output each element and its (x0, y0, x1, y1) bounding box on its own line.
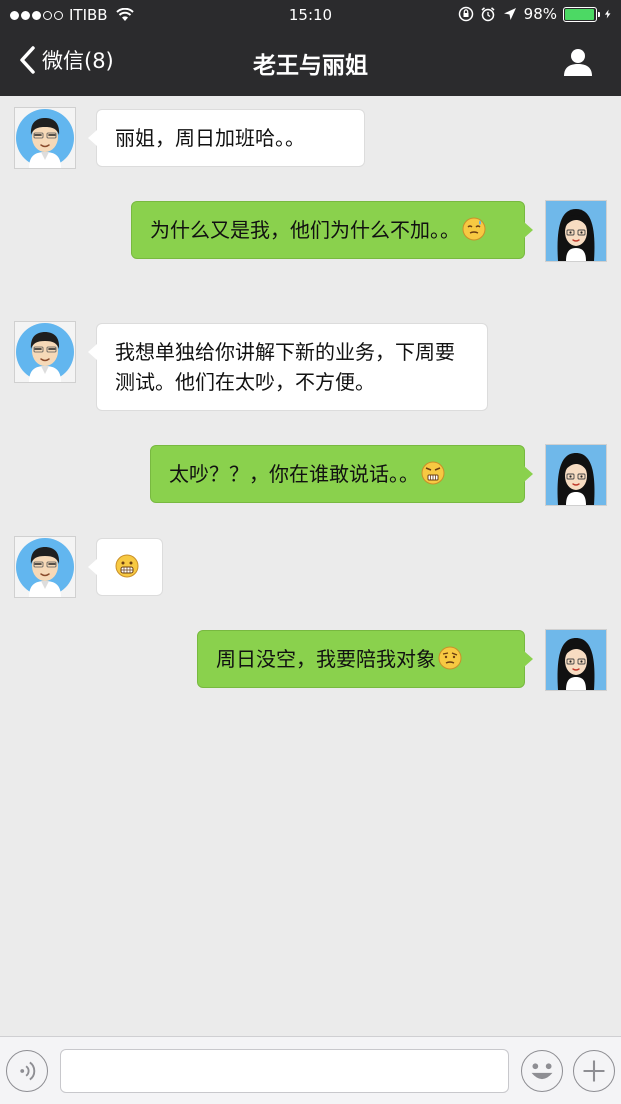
message-input[interactable] (60, 1049, 509, 1093)
battery-icon (563, 6, 600, 22)
voice-icon (20, 1061, 36, 1081)
sweat-emoji-icon (462, 217, 486, 241)
message-text: 太吵？？，你在谁敢说话。。 (169, 462, 419, 486)
input-bar (0, 1036, 621, 1104)
avatar-lijie[interactable] (545, 629, 607, 691)
avatar-lijie[interactable] (545, 200, 607, 262)
message-text: 周日没空，我要陪我对象 (216, 647, 436, 671)
voice-button[interactable] (6, 1050, 48, 1092)
chat-title: 老王与丽姐 (253, 53, 368, 79)
message-bubble[interactable]: 丽姐，周日加班哈。。 (88, 109, 365, 167)
chat-area[interactable]: 丽姐，周日加班哈。。 为什么又是我，他们为什么不加。。 我想单独给你讲解下新的业… (0, 96, 621, 1036)
message-text: 丽姐，周日加班哈。。 (115, 126, 305, 150)
message-bubble[interactable] (88, 538, 163, 596)
avatar-laowang[interactable] (14, 107, 76, 169)
location-icon (503, 8, 516, 20)
message-bubble[interactable]: 周日没空，我要陪我对象 (197, 630, 533, 688)
avatar-laowang[interactable] (14, 321, 76, 383)
battery-percent: 98% (523, 5, 557, 23)
rotation-lock-icon (458, 6, 473, 22)
navigation-bar: 微信(8) 老王与丽姐 (0, 30, 621, 96)
avatar-lijie[interactable] (545, 444, 607, 506)
message-bubble[interactable]: 太吵？？，你在谁敢说话。。 (150, 445, 533, 503)
smiley-icon (531, 1063, 553, 1080)
avatar-laowang[interactable] (14, 536, 76, 598)
message-bubble[interactable]: 为什么又是我，他们为什么不加。。 (131, 201, 533, 259)
skeptical-emoji-icon (438, 646, 462, 670)
charging-bolt-icon (604, 9, 611, 19)
message-text: 我想单独给你讲解下新的业务，下周要测试。他们在太吵，不方便。 (115, 340, 455, 394)
message-text: 为什么又是我，他们为什么不加。。 (150, 218, 460, 242)
message-bubble[interactable]: 我想单独给你讲解下新的业务，下周要测试。他们在太吵，不方便。 (88, 323, 488, 411)
status-bar: ITIBB 15:10 98% (0, 0, 621, 30)
angry-emoji-icon (421, 461, 445, 485)
person-icon[interactable] (563, 47, 593, 77)
grin-emoji-icon (115, 554, 139, 578)
alarm-icon (481, 7, 495, 22)
emoji-button[interactable] (521, 1050, 563, 1092)
more-button[interactable] (573, 1050, 615, 1092)
plus-icon (583, 1060, 605, 1082)
